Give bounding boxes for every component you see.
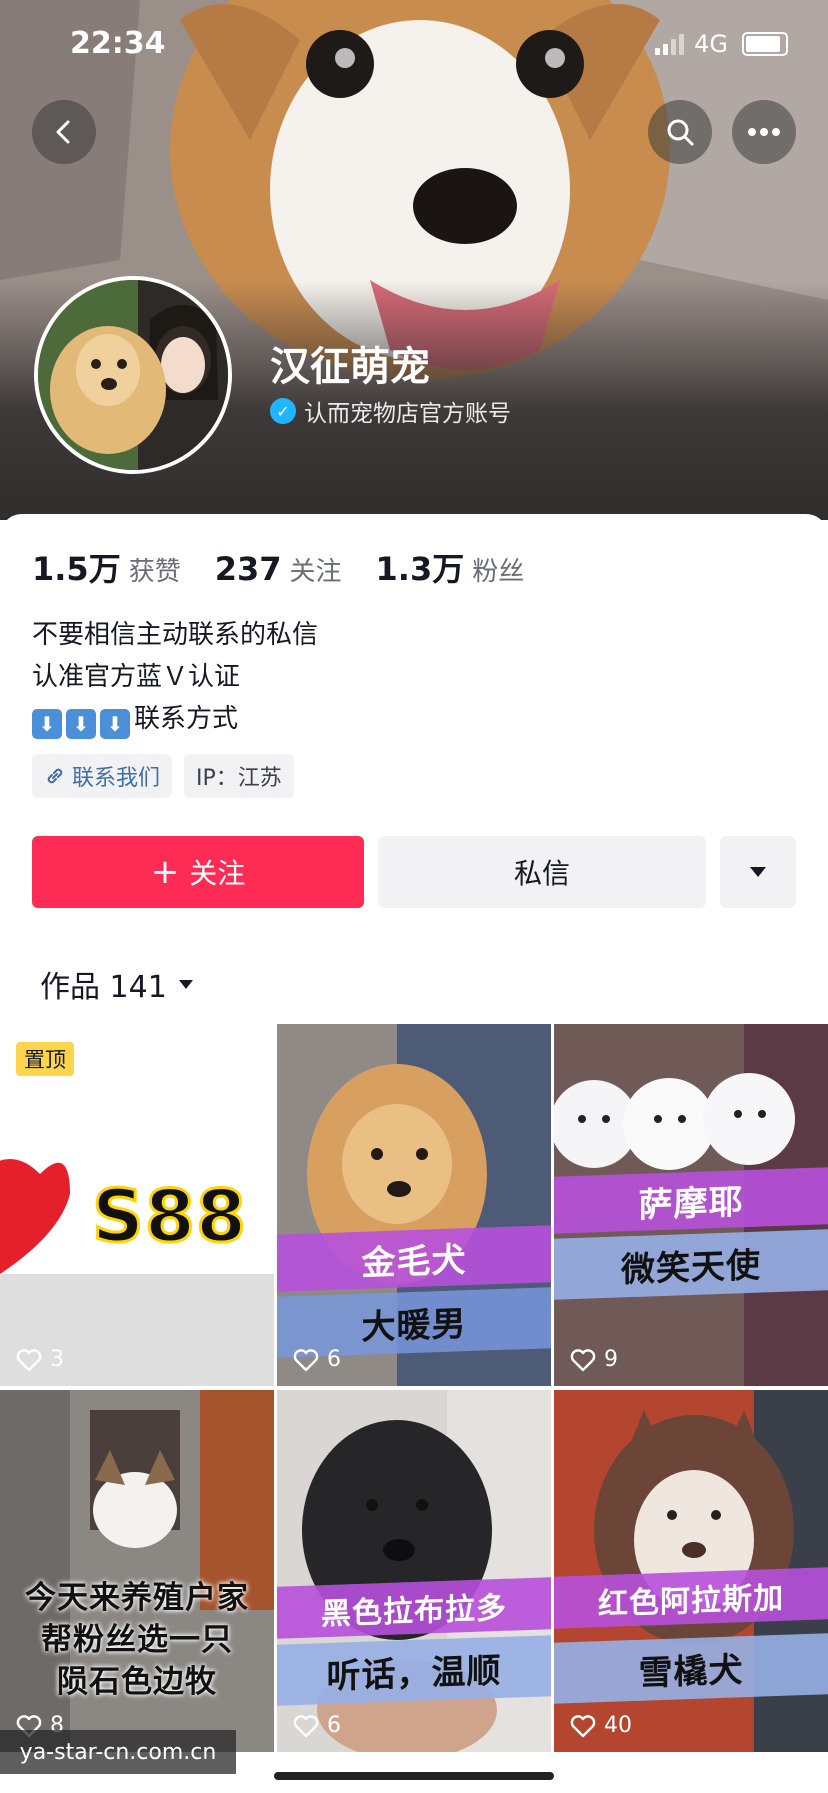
like-count-value: 40 bbox=[604, 1713, 632, 1738]
stat-following[interactable]: 237 关注 bbox=[215, 550, 342, 588]
plus-icon: + bbox=[150, 852, 180, 892]
verified-row: ✓ 认而宠物店官方账号 bbox=[270, 394, 511, 428]
stats-row: 1.5万 获赞 237 关注 1.3万 粉丝 bbox=[32, 544, 524, 590]
more-dots-icon bbox=[748, 128, 780, 136]
video-grid: 置顶 S88 3 金毛犬 大暖男 6 萨摩耶 微笑天使 9 今天来养殖户家 帮粉… bbox=[0, 1024, 828, 1752]
stat-label: 粉丝 bbox=[472, 557, 525, 587]
stat-value: 1.3万 bbox=[375, 550, 465, 588]
video-caption: 红色阿拉斯加 bbox=[554, 1567, 828, 1629]
like-count-value: 3 bbox=[50, 1347, 64, 1372]
video-tile[interactable]: 今天来养殖户家 帮粉丝选一只 陨石色边牧 8 bbox=[0, 1390, 274, 1752]
battery-icon bbox=[742, 32, 788, 56]
search-button[interactable] bbox=[648, 100, 712, 164]
profile-name: 汉征萌宠 bbox=[270, 344, 430, 390]
link-icon bbox=[47, 768, 63, 784]
stat-label: 关注 bbox=[289, 557, 342, 587]
like-count: 6 bbox=[293, 1713, 341, 1738]
video-tile[interactable]: 置顶 S88 3 bbox=[0, 1024, 274, 1386]
video-caption: S88 bbox=[91, 1173, 248, 1260]
heart-icon bbox=[16, 1348, 42, 1371]
like-count-value: 6 bbox=[327, 1713, 341, 1738]
video-tile[interactable]: 红色阿拉斯加 雪橇犬 40 bbox=[554, 1390, 828, 1752]
video-caption: 雪橇犬 bbox=[554, 1633, 828, 1704]
profile-tags: 联系我们 IP：江苏 bbox=[32, 754, 294, 798]
contact-us-tag[interactable]: 联系我们 bbox=[32, 754, 173, 798]
ip-location-tag: IP：江苏 bbox=[184, 754, 294, 798]
verified-check-icon: ✓ bbox=[270, 398, 296, 424]
video-caption: 帮粉丝选一只 bbox=[41, 1622, 233, 1658]
like-count: 9 bbox=[570, 1347, 618, 1372]
more-button[interactable] bbox=[732, 100, 796, 164]
heart-icon bbox=[570, 1348, 596, 1371]
works-label: 作品 141 bbox=[40, 970, 167, 1005]
like-count: 3 bbox=[16, 1347, 64, 1372]
watermark: ya-star-cn.com.cn bbox=[0, 1730, 236, 1774]
heart-icon bbox=[293, 1714, 319, 1737]
avatar[interactable] bbox=[34, 276, 232, 474]
pinned-badge: 置顶 bbox=[16, 1042, 74, 1076]
verified-text: 认而宠物店官方账号 bbox=[304, 401, 511, 427]
stat-followers[interactable]: 1.3万 粉丝 bbox=[376, 544, 525, 590]
more-options-button[interactable] bbox=[720, 836, 796, 908]
message-button[interactable]: 私信 bbox=[378, 836, 706, 908]
stat-value: 1.5万 bbox=[32, 550, 121, 588]
bio-line: 不要相信主动联系的私信 bbox=[32, 620, 319, 650]
stat-likes[interactable]: 1.5万 获赞 bbox=[32, 544, 181, 590]
signal-icon bbox=[655, 33, 685, 55]
video-caption: 听话，温顺 bbox=[277, 1635, 551, 1706]
heart-icon bbox=[570, 1714, 596, 1737]
video-tile[interactable]: 黑色拉布拉多 听话，温顺 6 bbox=[277, 1390, 551, 1752]
video-tile[interactable]: 萨摩耶 微笑天使 9 bbox=[554, 1024, 828, 1386]
down-arrow-icon: ⬇ bbox=[32, 709, 62, 739]
bio-line: 认准官方蓝Ｖ认证 bbox=[32, 662, 241, 692]
like-count-value: 9 bbox=[604, 1347, 618, 1372]
like-count-value: 6 bbox=[327, 1347, 341, 1372]
home-indicator bbox=[274, 1772, 554, 1780]
network-type: 4G bbox=[694, 30, 728, 58]
follow-label: 关注 bbox=[189, 857, 246, 890]
video-caption: 陨石色边牧 bbox=[57, 1664, 217, 1700]
stat-label: 获赞 bbox=[128, 557, 181, 587]
message-label: 私信 bbox=[513, 857, 570, 890]
down-arrow-icon: ⬇ bbox=[100, 709, 130, 739]
chevron-left-icon bbox=[56, 120, 70, 144]
follow-button[interactable]: + 关注 bbox=[32, 836, 364, 908]
contact-us-label: 联系我们 bbox=[72, 766, 161, 791]
status-time: 22:34 bbox=[70, 26, 166, 61]
video-caption: 今天来养殖户家 bbox=[25, 1580, 249, 1616]
profile-banner: 22:34 4G 汉征萌宠 ✓ 认而宠物店官方账号 bbox=[0, 0, 828, 520]
video-tile[interactable]: 金毛犬 大暖男 6 bbox=[277, 1024, 551, 1386]
works-tab[interactable]: 作品 141 bbox=[40, 962, 195, 1006]
caret-down-icon bbox=[178, 980, 193, 989]
ip-location-label: IP：江苏 bbox=[196, 766, 282, 791]
down-arrow-icon: ⬇ bbox=[66, 709, 96, 739]
video-caption: 萨摩耶 bbox=[554, 1167, 828, 1234]
avatar-photo bbox=[38, 280, 228, 470]
video-caption: 微笑天使 bbox=[554, 1229, 828, 1300]
back-button[interactable] bbox=[32, 100, 96, 164]
heart-icon bbox=[293, 1348, 319, 1371]
like-count: 40 bbox=[570, 1713, 632, 1738]
bio-line-contact: ⬇ ⬇ ⬇ 联系方式 bbox=[32, 698, 318, 740]
video-caption: 金毛犬 bbox=[277, 1225, 551, 1292]
caret-down-icon bbox=[750, 867, 766, 877]
video-caption: 黑色拉布拉多 bbox=[277, 1577, 551, 1639]
like-count: 6 bbox=[293, 1347, 341, 1372]
bio-line: 联系方式 bbox=[134, 704, 239, 734]
status-indicators: 4G bbox=[655, 30, 788, 58]
stat-value: 237 bbox=[214, 550, 282, 588]
action-buttons: + 关注 私信 bbox=[32, 836, 796, 908]
search-icon bbox=[667, 119, 694, 146]
bio: 不要相信主动联系的私信 认准官方蓝Ｖ认证 ⬇ ⬇ ⬇ 联系方式 bbox=[32, 614, 318, 740]
